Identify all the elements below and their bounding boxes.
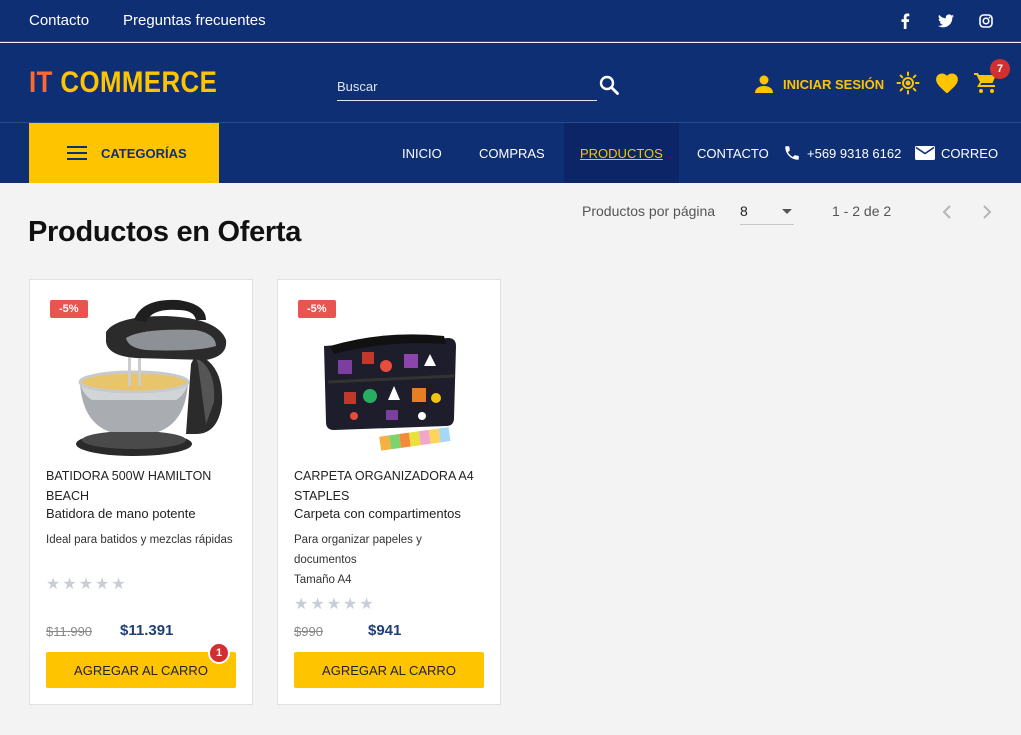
discount-badge: -5%: [298, 300, 336, 318]
product-description: Para organizar papeles y documentos: [294, 534, 422, 566]
cart-count-badge: 7: [990, 59, 1010, 79]
search-input[interactable]: [337, 73, 597, 99]
user-icon: [755, 75, 773, 93]
product-name[interactable]: CARPETA ORGANIZADORA A4 STAPLES: [294, 466, 486, 506]
rating-stars[interactable]: ★★★★★: [46, 574, 128, 594]
price: $11.391: [120, 622, 174, 639]
product-card[interactable]: -5% CARPETA ORGANIZADORA A4 STAPLES Carp…: [277, 279, 501, 705]
nav-compras[interactable]: COMPRAS: [479, 123, 545, 183]
per-page-select[interactable]: 8: [740, 199, 794, 225]
login-label: INICIAR SESIÓN: [783, 76, 885, 92]
login-button[interactable]: INICIAR SESIÓN: [754, 73, 884, 95]
search-icon[interactable]: [599, 75, 619, 95]
theme-sun-icon[interactable]: [896, 71, 920, 95]
rating-stars[interactable]: ★★★★★: [294, 594, 376, 614]
price: $941: [368, 622, 402, 639]
logo-commerce: COMMERCE: [60, 66, 218, 99]
facebook-icon[interactable]: [896, 12, 914, 30]
categories-label: CATEGORÍAS: [101, 145, 187, 161]
phone-icon: [783, 144, 801, 162]
pagination-range: 1 - 2 de 2: [832, 203, 892, 219]
product-image-mixer[interactable]: [46, 294, 238, 466]
search-box: [337, 73, 597, 101]
instagram-icon[interactable]: [977, 12, 995, 30]
add-to-cart-button[interactable]: AGREGAR AL CARRO: [294, 652, 484, 688]
main-nav: CATEGORÍAS INICIO COMPRAS PRODUCTOS CONT…: [0, 123, 1021, 183]
main-header: IT COMMERCE INICIAR SESIÓN: [0, 43, 1021, 123]
top-bar: Contacto Preguntas frecuentes: [0, 0, 1021, 42]
product-card[interactable]: -5% BATIDORA 500W HAMILTON BEACH Batidor…: [29, 279, 253, 705]
old-price: $11.990: [46, 624, 93, 639]
email-link[interactable]: CORREO: [915, 123, 998, 183]
chevron-right-icon: [983, 205, 992, 219]
nav-productos[interactable]: PRODUCTOS: [564, 123, 679, 183]
email-label: CORREO: [941, 145, 999, 161]
product-description: Ideal para batidos y mezclas rápidas: [46, 534, 233, 546]
cart-quantity-badge: 1: [208, 642, 230, 664]
phone-link[interactable]: +569 9318 6162: [783, 123, 901, 183]
twitter-icon[interactable]: [937, 12, 955, 30]
page-title: Productos en Oferta: [28, 216, 302, 248]
per-page-value: 8: [740, 203, 748, 219]
product-size: Tamaño A4: [294, 574, 352, 586]
nav-contacto[interactable]: CONTACTO: [697, 123, 769, 183]
discount-badge: -5%: [50, 300, 88, 318]
per-page-label: Productos por página: [582, 203, 716, 219]
chevron-left-icon: [942, 205, 951, 219]
product-subtitle: Batidora de mano potente: [46, 506, 196, 521]
heart-icon[interactable]: [935, 71, 959, 95]
nav-inicio[interactable]: INICIO: [402, 123, 442, 183]
product-name[interactable]: BATIDORA 500W HAMILTON BEACH: [46, 466, 238, 506]
mail-icon: [915, 145, 935, 161]
next-page-button[interactable]: [976, 201, 998, 223]
chevron-down-icon: [782, 209, 792, 214]
categories-button[interactable]: CATEGORÍAS: [29, 123, 219, 183]
logo-it: IT: [29, 66, 53, 99]
contact-link[interactable]: Contacto: [29, 12, 89, 29]
prev-page-button[interactable]: [936, 201, 958, 223]
add-to-cart-button[interactable]: AGREGAR AL CARRO: [46, 652, 236, 688]
site-logo[interactable]: IT COMMERCE: [29, 66, 217, 100]
phone-number: +569 9318 6162: [807, 145, 902, 161]
old-price: $990: [294, 624, 323, 639]
product-image-folder[interactable]: [294, 294, 486, 466]
faq-link[interactable]: Preguntas frecuentes: [123, 12, 266, 29]
product-subtitle: Carpeta con compartimentos: [294, 506, 461, 521]
menu-icon: [67, 146, 87, 160]
